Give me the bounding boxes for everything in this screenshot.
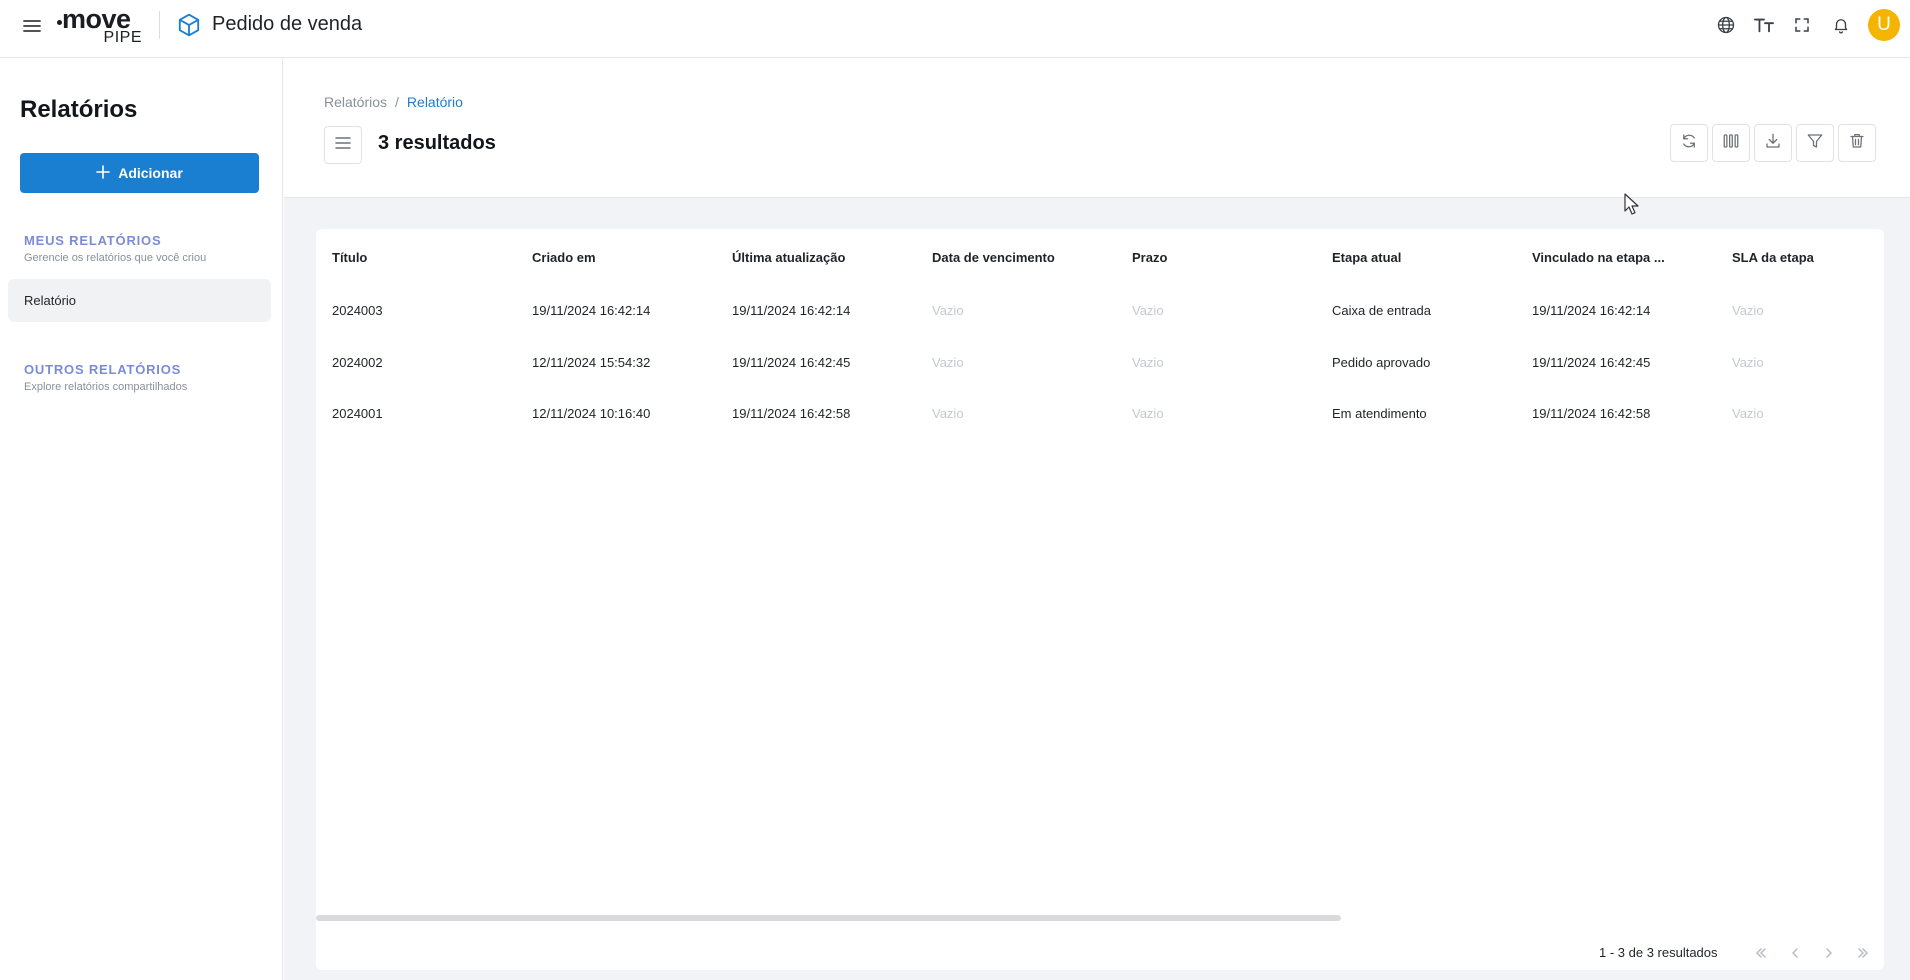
sidebar-item-relatorio[interactable]: Relatório xyxy=(8,279,271,322)
horizontal-scrollbar[interactable] xyxy=(316,915,1341,921)
logo-subtext: PIPE xyxy=(103,29,142,46)
pagination: 1 - 3 de 3 resultados xyxy=(316,939,1884,967)
table-cell-empty: Vazio xyxy=(1732,354,1764,370)
my-reports-subtitle: Gerencie os relatórios que você criou xyxy=(24,252,207,264)
pagination-summary: 1 - 3 de 3 resultados xyxy=(1599,945,1718,960)
table-cell: 19/11/2024 16:42:45 xyxy=(732,354,851,370)
table-cell: 19/11/2024 16:42:14 xyxy=(732,302,851,318)
download-button[interactable] xyxy=(1754,124,1792,162)
list-menu-button[interactable] xyxy=(324,126,362,164)
table-cell-empty: Vazio xyxy=(932,354,964,370)
other-reports-subtitle: Explore relatórios compartilhados xyxy=(24,381,188,393)
results-count: 3 resultados xyxy=(378,132,496,154)
menu-icon[interactable] xyxy=(20,14,44,38)
table-cell-empty: Vazio xyxy=(1132,405,1164,421)
sidebar: Relatórios Adicionar MEUS RELATÓRIOS Ger… xyxy=(0,58,283,980)
breadcrumb-current: Relatório xyxy=(406,94,463,110)
column-header[interactable]: SLA da etapa xyxy=(1732,237,1814,277)
table-row[interactable]: 2024003 19/11/2024 16:42:14 19/11/2024 1… xyxy=(316,290,1884,330)
sidebar-title: Relatórios xyxy=(20,96,138,123)
table-cell: 19/11/2024 16:42:58 xyxy=(1532,405,1651,421)
logo[interactable]: move PIPE xyxy=(56,4,146,48)
table-cell: 19/11/2024 16:42:14 xyxy=(1532,302,1651,318)
globe-icon[interactable] xyxy=(1714,13,1738,37)
add-report-button[interactable]: Adicionar xyxy=(20,153,259,193)
table-cell: 19/11/2024 16:42:45 xyxy=(1532,354,1651,370)
filter-button[interactable] xyxy=(1796,124,1834,162)
last-page-icon[interactable] xyxy=(1853,943,1873,963)
plus-icon xyxy=(96,164,111,182)
app-title: Pedido de venda xyxy=(212,13,363,35)
add-report-label: Adicionar xyxy=(118,165,183,181)
table-cell: 12/11/2024 10:16:40 xyxy=(532,405,651,421)
delete-button[interactable] xyxy=(1838,124,1876,162)
my-reports-title: MEUS RELATÓRIOS xyxy=(24,233,162,248)
table-cell: 2024002 xyxy=(332,354,383,370)
trash-icon xyxy=(1848,132,1866,155)
mouse-cursor-icon xyxy=(1624,193,1640,215)
columns-icon xyxy=(1722,132,1740,155)
avatar[interactable]: U xyxy=(1868,9,1900,41)
refresh-icon xyxy=(1680,132,1698,155)
table-cell-empty: Vazio xyxy=(1132,354,1164,370)
column-header[interactable]: Última atualização xyxy=(732,237,845,277)
first-page-icon[interactable] xyxy=(1751,943,1771,963)
breadcrumb-separator: / xyxy=(395,94,399,110)
column-header[interactable]: Vinculado na etapa ... xyxy=(1532,237,1665,277)
table-row[interactable]: 2024001 12/11/2024 10:16:40 19/11/2024 1… xyxy=(316,393,1884,433)
table-cell-empty: Vazio xyxy=(1732,302,1764,318)
column-header[interactable]: Prazo xyxy=(1132,237,1167,277)
previous-page-icon[interactable] xyxy=(1785,943,1805,963)
table-cell: 19/11/2024 16:42:58 xyxy=(732,405,851,421)
next-page-icon[interactable] xyxy=(1819,943,1839,963)
table-cell-empty: Vazio xyxy=(1132,302,1164,318)
breadcrumb-root[interactable]: Relatórios xyxy=(324,94,387,110)
table-cell-empty: Vazio xyxy=(932,405,964,421)
fullscreen-icon[interactable] xyxy=(1790,13,1814,37)
download-icon xyxy=(1764,132,1782,155)
table-cell: 2024003 xyxy=(332,302,383,318)
table-cell-empty: Vazio xyxy=(932,302,964,318)
refresh-button[interactable] xyxy=(1670,124,1708,162)
columns-button[interactable] xyxy=(1712,124,1750,162)
table-cell-empty: Vazio xyxy=(1732,405,1764,421)
table-cell: 19/11/2024 16:42:14 xyxy=(532,302,651,318)
bell-icon[interactable] xyxy=(1829,13,1853,37)
column-header[interactable]: Data de vencimento xyxy=(932,237,1055,277)
page-header: Relatórios / Relatório 3 resultados xyxy=(284,58,1910,198)
filter-icon xyxy=(1806,132,1824,155)
sidebar-item-label: Relatório xyxy=(24,293,77,308)
report-table: Título Criado em Última atualização Data… xyxy=(316,229,1884,970)
header-divider xyxy=(159,11,160,39)
table-cell: Pedido aprovado xyxy=(1332,354,1431,370)
table-cell: Caixa de entrada xyxy=(1332,302,1432,318)
table-cell: 12/11/2024 15:54:32 xyxy=(532,354,651,370)
table-cell: 2024001 xyxy=(332,405,383,421)
other-reports-title[interactable]: OUTROS RELATÓRIOS xyxy=(24,362,181,377)
table-cell: Em atendimento xyxy=(1332,405,1427,421)
text-size-icon[interactable] xyxy=(1752,13,1776,37)
table-header: Título Criado em Última atualização Data… xyxy=(316,237,1884,277)
table-row[interactable]: 2024002 12/11/2024 15:54:32 19/11/2024 1… xyxy=(316,342,1884,382)
top-bar: move PIPE Pedido de venda U xyxy=(0,0,1910,58)
column-header[interactable]: Criado em xyxy=(532,237,596,277)
column-header[interactable]: Etapa atual xyxy=(1332,237,1401,277)
column-header[interactable]: Título xyxy=(332,237,367,277)
box-icon xyxy=(176,12,202,38)
breadcrumb: Relatórios / Relatório xyxy=(324,94,463,110)
list-icon xyxy=(335,136,351,155)
